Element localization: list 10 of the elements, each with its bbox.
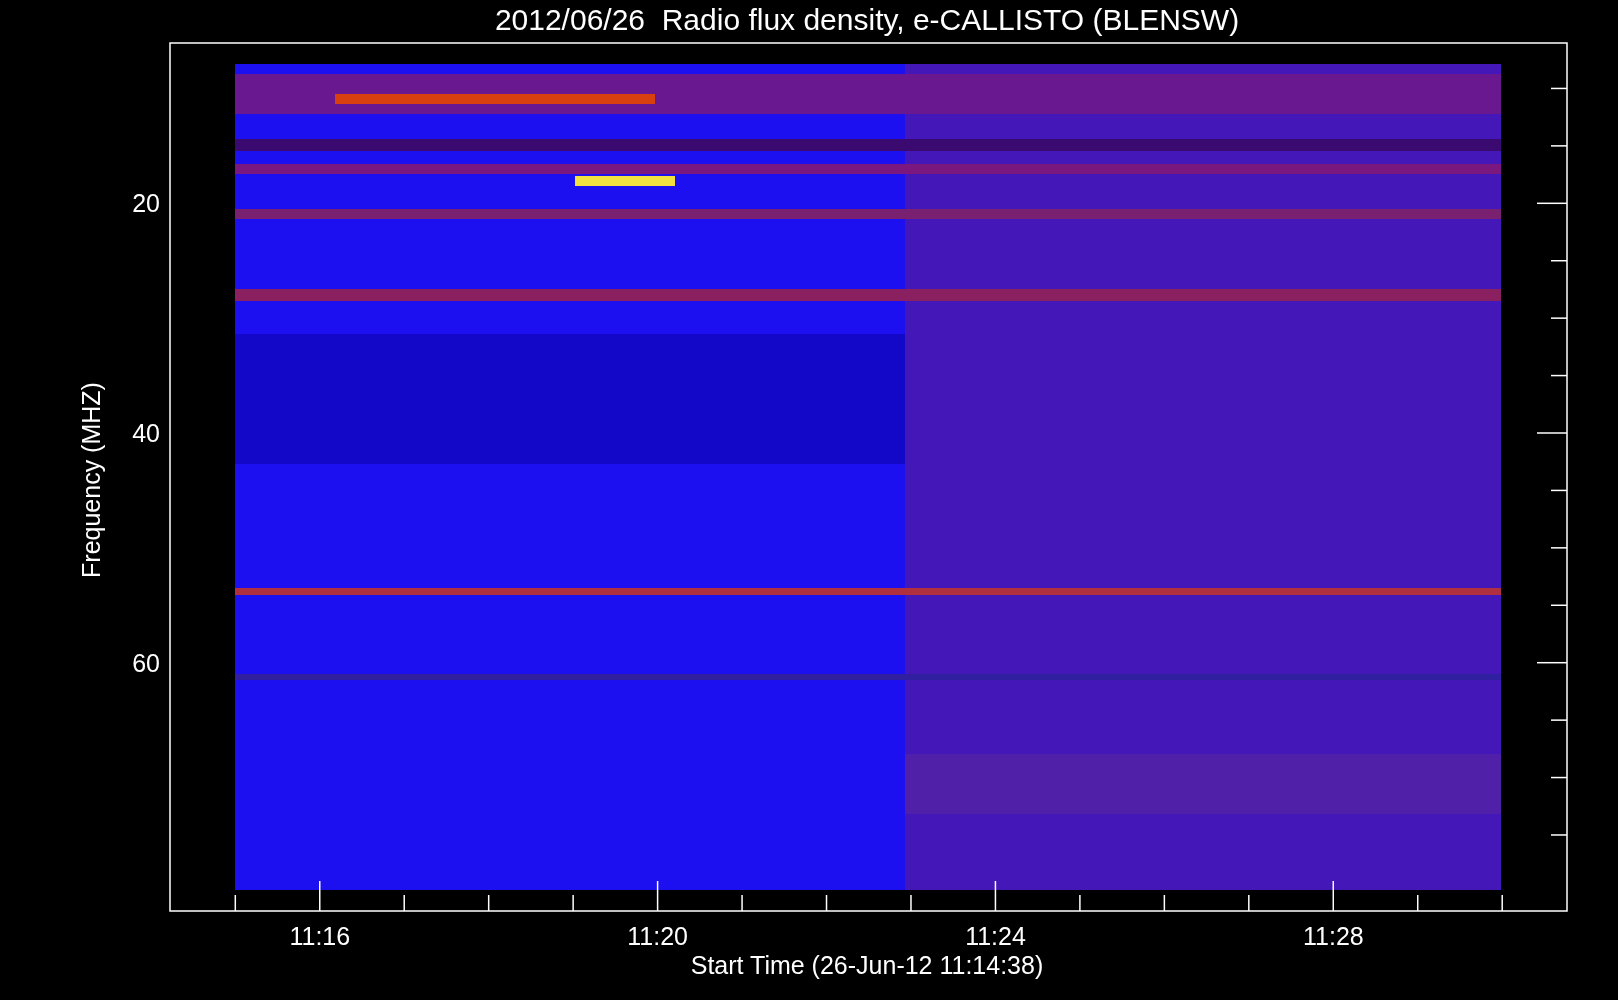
x-tick-label: 11:28 [1303, 922, 1364, 950]
chart-title: 2012/06/26 Radio flux density, e-CALLISTO (BLENSW) [494, 3, 1240, 36]
x-tick-label: 11:20 [627, 922, 688, 950]
y-axis-label: Frequency (MHZ) [77, 382, 105, 578]
y-tick-label: 60 [132, 648, 160, 677]
y-tick-label: 20 [132, 189, 160, 218]
x-tick-label: 11:24 [965, 922, 1026, 950]
x-axis-label: Start Time (26-Jun-12 11:14:38) [690, 951, 1044, 979]
x-tick-label: 11:16 [289, 922, 351, 950]
y-tick-label: 40 [132, 419, 160, 447]
